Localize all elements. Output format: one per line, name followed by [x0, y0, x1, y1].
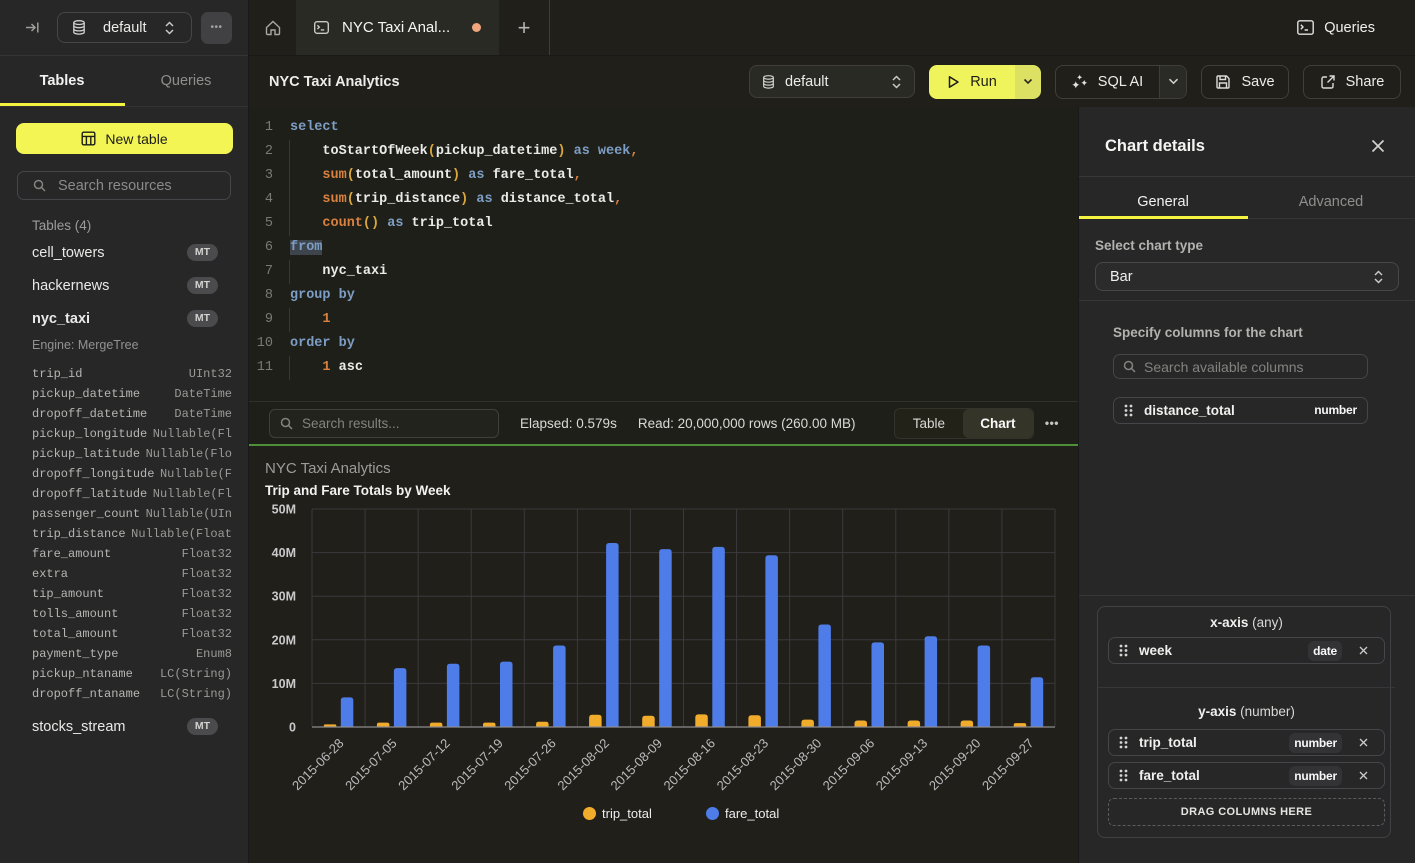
svg-text:fare_total: fare_total	[725, 806, 779, 821]
svg-text:2015-07-26: 2015-07-26	[501, 736, 559, 794]
svg-text:2015-09-06: 2015-09-06	[820, 736, 878, 794]
svg-text:2015-09-20: 2015-09-20	[926, 736, 984, 794]
svg-text:50M: 50M	[272, 503, 296, 517]
svg-text:2015-07-12: 2015-07-12	[395, 736, 453, 794]
svg-text:20M: 20M	[272, 633, 296, 647]
svg-text:2015-08-09: 2015-08-09	[607, 736, 665, 794]
svg-text:2015-07-05: 2015-07-05	[342, 736, 400, 794]
svg-text:2015-08-30: 2015-08-30	[767, 736, 825, 794]
svg-text:2015-08-23: 2015-08-23	[714, 736, 772, 794]
svg-text:2015-09-27: 2015-09-27	[979, 736, 1037, 794]
svg-text:2015-09-13: 2015-09-13	[873, 736, 931, 794]
svg-text:40M: 40M	[272, 546, 296, 560]
svg-text:2015-06-28: 2015-06-28	[289, 736, 347, 794]
svg-text:2015-08-02: 2015-08-02	[554, 736, 612, 794]
svg-text:2015-08-16: 2015-08-16	[660, 736, 718, 794]
svg-text:30M: 30M	[272, 590, 296, 604]
svg-text:0: 0	[289, 721, 296, 735]
svg-text:trip_total: trip_total	[602, 806, 652, 821]
svg-text:10M: 10M	[272, 677, 296, 691]
svg-text:2015-07-19: 2015-07-19	[448, 736, 506, 794]
